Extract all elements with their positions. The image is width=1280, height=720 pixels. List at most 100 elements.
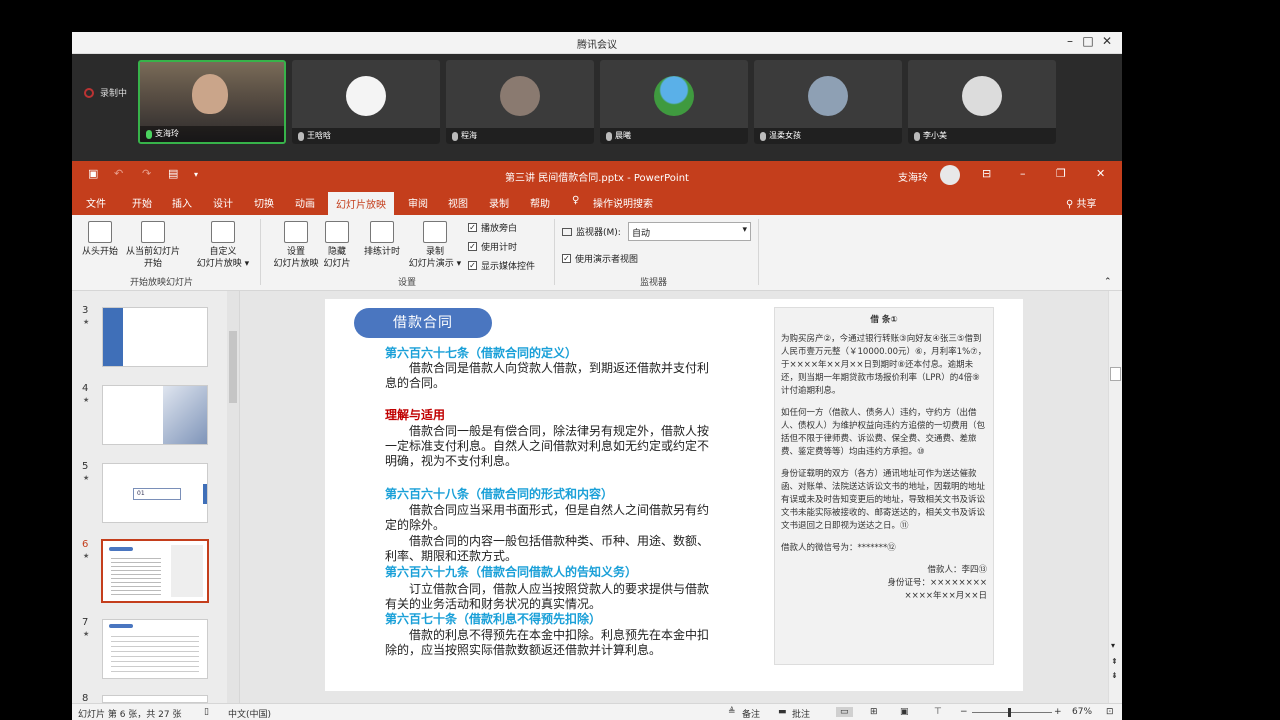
language[interactable]: 中文(中国) [228, 707, 271, 720]
iou-note-image[interactable]: 借 条① 为购买房产②，今通过银行转账③向好友④张三⑤借到人民币壹万元整（￥10… [774, 307, 994, 665]
zoom-in-icon[interactable]: + [1054, 707, 1062, 717]
monitor-select[interactable]: 自动 ▾ [628, 222, 751, 241]
presenter-view-checkbox[interactable]: ✓ 使用演示者视图 [562, 252, 638, 265]
tab-help[interactable]: 帮助 [530, 195, 550, 210]
zoom-slider[interactable] [972, 712, 1052, 713]
tab-review[interactable]: 审阅 [408, 195, 428, 210]
slide-thumbnail[interactable] [102, 695, 208, 703]
animation-star-icon: ★ [83, 552, 90, 560]
avatar [500, 76, 540, 116]
slide-sorter-icon[interactable]: ⊞ [870, 707, 878, 717]
tab-file[interactable]: 文件 [86, 195, 106, 210]
hide-slide-button[interactable]: 隐藏 幻灯片 [320, 221, 354, 270]
user-name[interactable]: 支海玲 [898, 169, 928, 184]
scrollbar-thumb[interactable] [1110, 367, 1121, 381]
animation-star-icon: ★ [83, 630, 90, 638]
zoom-out-icon[interactable]: − [960, 707, 968, 717]
zoom-slider-thumb[interactable] [1008, 708, 1011, 717]
note-paragraph: 借款人的微信号为：*******⑫ [781, 543, 896, 553]
custom-slideshow-button[interactable]: 自定义 幻灯片放映 ▾ [190, 221, 256, 270]
custom-label: 自定义 [209, 247, 237, 257]
thumb-sidebar [103, 308, 123, 366]
user-avatar[interactable] [940, 165, 960, 185]
mic-muted-icon [914, 131, 920, 141]
article-670-body: 借款的利息不得预先在本金中扣除。利息预先在本金中扣除的，应当按照实际借款数额返还… [385, 628, 710, 657]
custom-label-2: 幻灯片放映 [196, 259, 242, 269]
play-narrations-checkbox[interactable]: ✓ 播放旁白 [468, 221, 517, 234]
close-icon[interactable]: ✕ [1096, 167, 1105, 180]
close-icon[interactable]: ✕ [1097, 34, 1117, 48]
participant-tile[interactable]: 程海 [446, 60, 594, 144]
notes-icon[interactable]: ≜ [728, 707, 736, 717]
tab-home[interactable]: 开始 [132, 195, 152, 210]
tab-design[interactable]: 设计 [213, 195, 233, 210]
tab-insert[interactable]: 插入 [172, 195, 192, 210]
zoom-level[interactable]: 67% [1072, 707, 1092, 717]
notes-button[interactable]: 备注 [742, 707, 760, 720]
mic-muted-icon [452, 131, 458, 141]
separator [758, 219, 759, 285]
tab-slideshow[interactable]: 幻灯片放映 [328, 192, 394, 217]
comments-button[interactable]: 批注 [792, 707, 810, 720]
slideshow-view-icon[interactable]: ⊤ [934, 707, 942, 717]
article-668-body-1: 借款合同应当采用书面形式，但是自然人之间借款另有约定的除外。 [385, 503, 710, 532]
slide-thumbnail[interactable] [102, 307, 208, 367]
recording-indicator[interactable]: 录制中 [84, 86, 127, 99]
slide-scrollbar[interactable]: ▾ ⇞ ⇟ [1108, 291, 1122, 703]
slide-thumbnail[interactable] [102, 619, 208, 679]
slide-thumbnail[interactable] [102, 385, 208, 445]
thumbnail-scrollbar[interactable] [227, 291, 239, 703]
spellcheck-icon[interactable]: ▯ [204, 707, 209, 717]
previous-slide-icon[interactable]: ⇞ [1111, 657, 1118, 666]
collapse-ribbon-icon[interactable]: ⌃ [1104, 277, 1112, 287]
tab-view[interactable]: 视图 [448, 195, 468, 210]
from-start-button[interactable]: 从头开始 [78, 221, 122, 258]
thumb-accent [203, 484, 207, 504]
thumb-image [163, 386, 207, 444]
participant-name: 晨曦 [600, 128, 748, 144]
meeting-title: 腾讯会议 [577, 40, 617, 51]
note-paragraph: 如任何一方（借款人、债务人）违约，守约方（出借人、债权人）为维护权益向违约方追偿… [781, 408, 986, 457]
participant-tile[interactable]: 李小美 [908, 60, 1056, 144]
mic-muted-icon [760, 131, 766, 141]
minimize-icon[interactable]: – [1020, 167, 1026, 180]
checkbox-checked-icon: ✓ [468, 242, 477, 251]
slide-heading-pill[interactable]: 借款合同 [354, 308, 492, 338]
record-slideshow-button[interactable]: 录制 幻灯片演示 ▾ [404, 221, 466, 270]
group-label: 开始放映幻灯片 [130, 278, 194, 288]
restore-icon[interactable]: ❐ [1056, 167, 1066, 180]
tab-record[interactable]: 录制 [489, 195, 509, 210]
participant-tile[interactable]: 王晗晗 [292, 60, 440, 144]
from-current-button[interactable]: 从当前幻灯片 开始 [122, 221, 184, 270]
share-label: 共享 [1076, 199, 1097, 210]
use-timings-checkbox[interactable]: ✓ 使用计时 [468, 240, 517, 253]
status-bar: 幻灯片 第 6 张，共 27 张 ▯ 中文(中国) ≜ 备注 ▬ 批注 ▭ ⊞ … [72, 703, 1122, 720]
ribbon-display-icon[interactable]: ⊟ [982, 167, 991, 180]
slideshow-current-icon [141, 221, 165, 243]
comments-icon[interactable]: ▬ [778, 707, 787, 717]
slide-thumbnail[interactable]: 01 [102, 463, 208, 523]
scrollbar-thumb[interactable] [229, 331, 237, 403]
slide-thumbnail-selected[interactable] [101, 539, 209, 603]
reading-view-icon[interactable]: ▣ [900, 707, 909, 717]
setup-slideshow-button[interactable]: 设置 幻灯片放映 [266, 221, 326, 270]
participant-tile[interactable]: 晨曦 [600, 60, 748, 144]
next-slide-icon[interactable]: ⇟ [1111, 671, 1118, 680]
maximize-icon[interactable]: □ [1078, 34, 1098, 48]
minimize-icon[interactable]: – [1060, 34, 1080, 48]
checkbox-checked-icon: ✓ [468, 223, 477, 232]
powerpoint-title-bar: ▣ ↶ ↷ ▤ ▾ 第三讲 民间借款合同.pptx - PowerPoint 支… [72, 161, 1122, 189]
show-media-controls-checkbox[interactable]: ✓ 显示媒体控件 [468, 259, 535, 272]
normal-view-icon[interactable]: ▭ [836, 707, 853, 717]
tab-animations[interactable]: 动画 [295, 195, 315, 210]
slide-canvas[interactable]: 借款合同 第六百六十七条（借款合同的定义） 借款合同是借款人向贷款人借款，到期返… [325, 299, 1023, 691]
tab-transitions[interactable]: 切换 [254, 195, 274, 210]
thumb-pill [109, 624, 133, 628]
rehearse-timings-button[interactable]: 排练计时 [358, 221, 406, 258]
fit-to-window-icon[interactable]: ⊡ [1106, 707, 1114, 717]
tell-me-search[interactable]: 操作说明搜索 [593, 195, 653, 210]
participant-tile[interactable]: 温柔女孩 [754, 60, 902, 144]
participant-tile[interactable]: 支海玲 [138, 60, 286, 144]
scroll-down-icon[interactable]: ▾ [1111, 641, 1115, 650]
share-button[interactable]: ⚲ 共享 [1066, 195, 1097, 210]
